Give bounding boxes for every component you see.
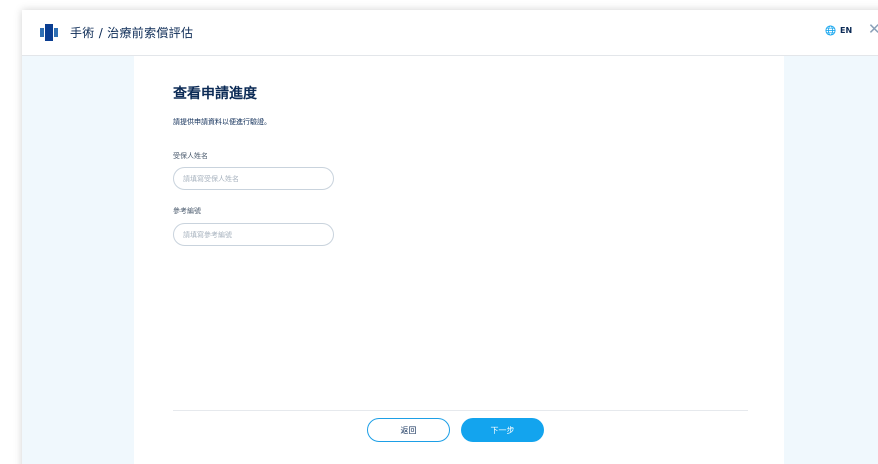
divider [173, 410, 748, 411]
close-icon[interactable]: ✕ [868, 22, 878, 37]
header-title: 手術 / 治療前索償評估 [70, 26, 194, 40]
form-panel: 查看申請進度 請提供申請資料以便進行驗證。 受保人姓名 參考編號 返回 下一步 [134, 56, 784, 464]
insured-name-label: 受保人姓名 [173, 152, 208, 160]
language-switch[interactable]: EN [825, 25, 852, 36]
reference-number-label: 參考編號 [173, 207, 201, 215]
language-label: EN [840, 26, 853, 35]
back-button[interactable]: 返回 [367, 418, 450, 442]
next-button[interactable]: 下一步 [461, 418, 544, 442]
hospital-logo-icon [40, 24, 58, 41]
page: 手術 / 治療前索償評估 EN ✕ 查看申請進度 請提供申請資料以便進行驗證。 … [0, 0, 878, 464]
app-header: 手術 / 治療前索償評估 EN ✕ [22, 10, 878, 56]
page-title: 查看申請進度 [173, 86, 257, 102]
insured-name-input[interactable] [173, 167, 334, 190]
form-instruction: 請提供申請資料以便進行驗證。 [173, 118, 271, 126]
app-window: 手術 / 治療前索償評估 EN ✕ 查看申請進度 請提供申請資料以便進行驗證。 … [22, 10, 878, 464]
globe-icon [825, 25, 836, 36]
reference-number-input[interactable] [173, 223, 334, 246]
